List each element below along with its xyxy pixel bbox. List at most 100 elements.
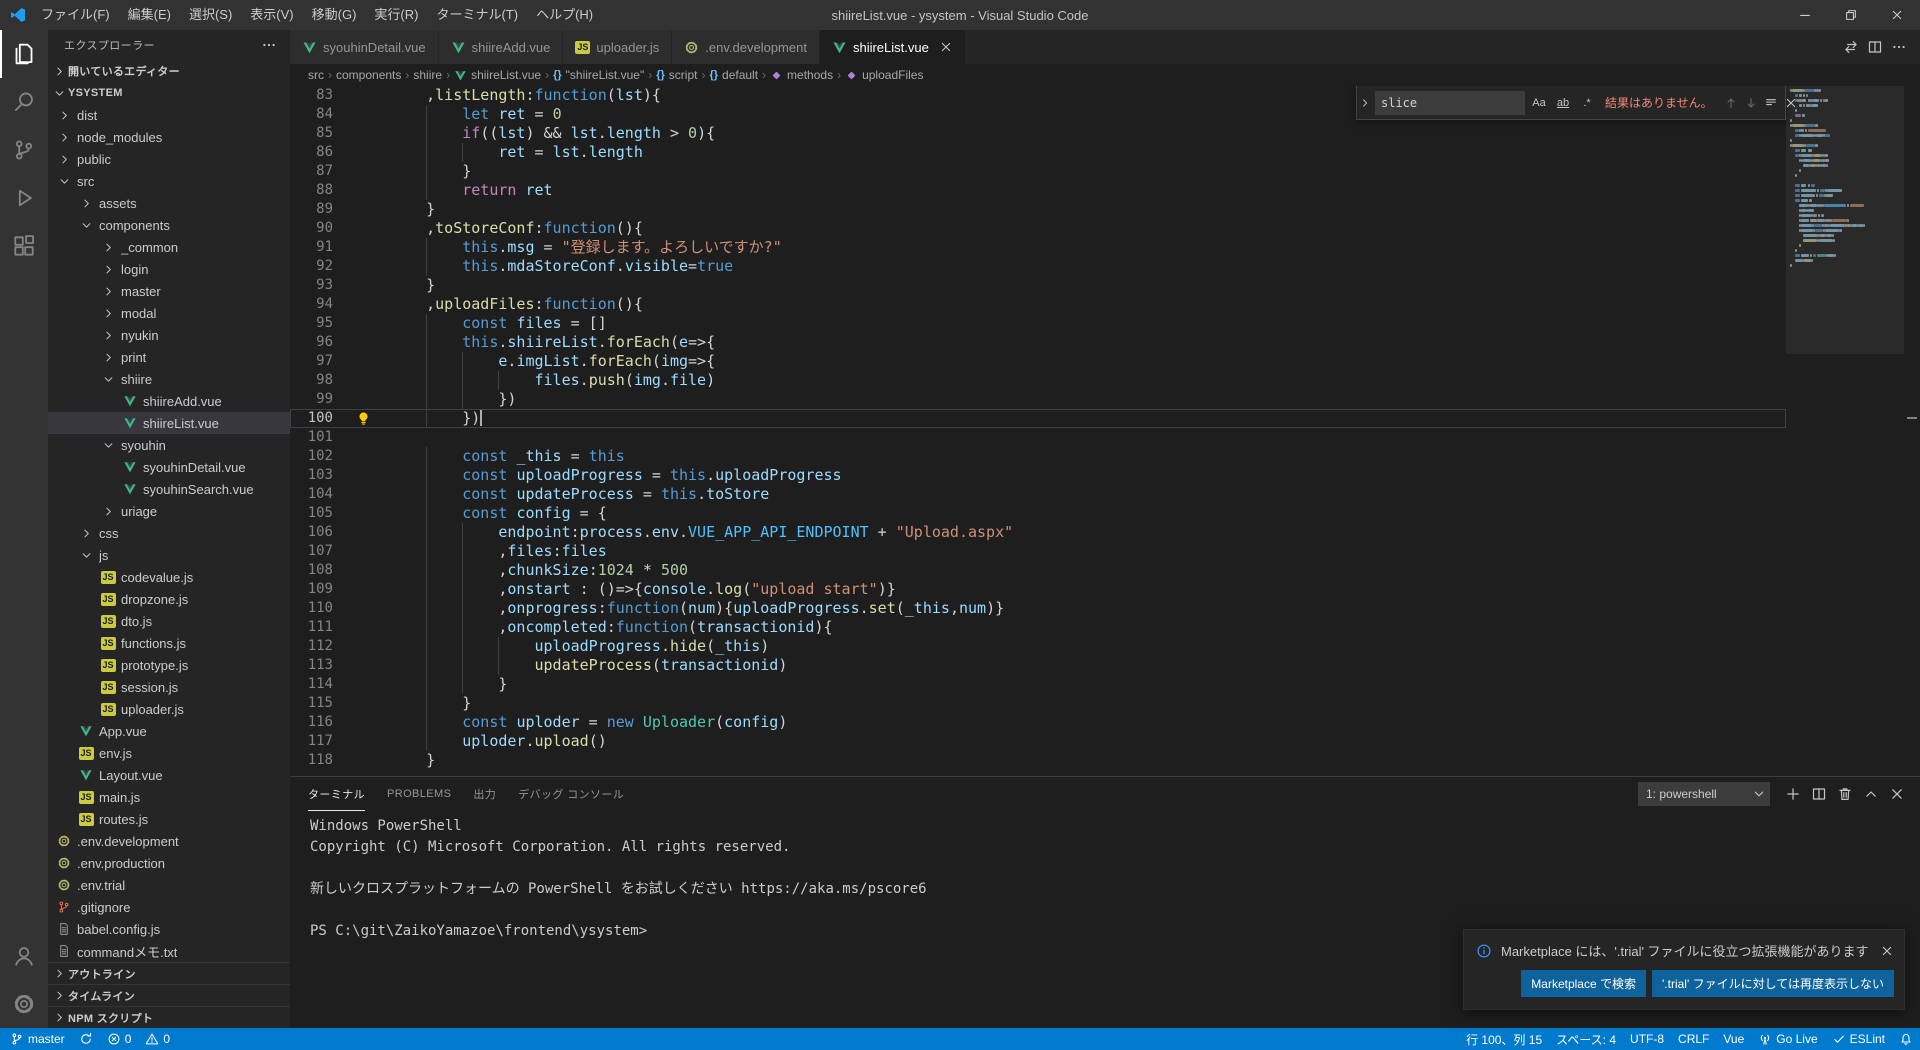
tree-item[interactable]: .gitignore — [48, 896, 290, 918]
code-line[interactable]: 92 this.mdaStoreConf.visible=true — [290, 257, 1786, 276]
code-line[interactable]: 86 ret = lst.length — [290, 143, 1786, 162]
code-line[interactable]: 102 const _this = this — [290, 447, 1786, 466]
line-number[interactable]: 94 — [290, 295, 333, 314]
line-number[interactable]: 106 — [290, 523, 333, 542]
tree-item[interactable]: syouhin — [48, 434, 290, 456]
tree-item[interactable]: JSprototype.js — [48, 654, 290, 676]
arrow-down-icon[interactable] — [1741, 93, 1761, 113]
tree-item[interactable]: components — [48, 214, 290, 236]
panel-tab[interactable]: デバッグ コンソール — [518, 777, 624, 811]
tree-item[interactable]: node_modules — [48, 126, 290, 148]
notification-button[interactable]: '.trial' ファイルに対しては再度表示しない — [1652, 970, 1894, 997]
tree-item[interactable]: JSdropzone.js — [48, 588, 290, 610]
line-number[interactable]: 108 — [290, 561, 333, 580]
line-number[interactable]: 88 — [290, 181, 333, 200]
regex-toggle[interactable]: .* — [1577, 93, 1597, 113]
code-line[interactable]: 97 e.imgList.forEach(img=>{ — [290, 352, 1786, 371]
tree-item[interactable]: commandメモ.txt — [48, 940, 290, 962]
line-number[interactable]: 95 — [290, 314, 333, 333]
line-number[interactable]: 85 — [290, 124, 333, 143]
code-line[interactable]: 109 ,onstart : ()=>{console.log("upload … — [290, 580, 1786, 599]
sidebar-section[interactable]: NPM スクリプト — [48, 1006, 290, 1028]
open-editors-section[interactable]: 開いているエディター — [48, 60, 290, 82]
activitybar-settings[interactable] — [0, 980, 48, 1028]
menu-item[interactable]: 編集(E) — [119, 0, 180, 30]
code-line[interactable]: 114 } — [290, 675, 1786, 694]
code-line[interactable]: 87 } — [290, 162, 1786, 181]
activitybar-run-debug[interactable] — [0, 174, 48, 222]
tree-item[interactable]: JSfunctions.js — [48, 632, 290, 654]
breadcrumb-item[interactable]: shiire — [413, 68, 442, 82]
more-actions-icon[interactable] — [1888, 36, 1910, 58]
sidebar-section[interactable]: アウトライン — [48, 962, 290, 984]
selection-find-icon[interactable] — [1761, 93, 1781, 113]
status-errors[interactable]: 0 — [100, 1028, 139, 1050]
tree-item[interactable]: JScodevalue.js — [48, 566, 290, 588]
menu-item[interactable]: ターミナル(T) — [427, 0, 527, 30]
tree-item[interactable]: JSmain.js — [48, 786, 290, 808]
line-number[interactable]: 117 — [290, 732, 333, 751]
line-number[interactable]: 93 — [290, 276, 333, 295]
code-line[interactable]: 95 const files = [] — [290, 314, 1786, 333]
tree-item[interactable]: print — [48, 346, 290, 368]
line-number[interactable]: 90 — [290, 219, 333, 238]
status-warnings[interactable]: 0 — [138, 1028, 177, 1050]
overview-ruler[interactable] — [1904, 86, 1920, 776]
activitybar-account[interactable] — [0, 932, 48, 980]
code-line[interactable]: 94 ,uploadFiles:function(){ — [290, 295, 1786, 314]
tree-item[interactable]: syouhinSearch.vue — [48, 478, 290, 500]
line-number[interactable]: 114 — [290, 675, 333, 694]
status-go-live[interactable]: Go Live — [1751, 1028, 1824, 1050]
code-line[interactable]: 100 }) — [290, 409, 1786, 428]
line-number[interactable]: 99 — [290, 390, 333, 409]
tree-item[interactable]: JSuploader.js — [48, 698, 290, 720]
code-line[interactable]: 106 endpoint:process.env.VUE_APP_API_END… — [290, 523, 1786, 542]
status-language-mode[interactable]: Vue — [1716, 1028, 1751, 1050]
tree-item[interactable]: css — [48, 522, 290, 544]
tree-item[interactable]: uriage — [48, 500, 290, 522]
breadcrumb-item[interactable]: components — [336, 68, 401, 82]
status-eslint[interactable]: ESLint — [1825, 1028, 1892, 1050]
line-number[interactable]: 104 — [290, 485, 333, 504]
lightbulb-icon[interactable] — [356, 411, 371, 426]
tree-item[interactable]: dist — [48, 104, 290, 126]
minimize-button[interactable] — [1782, 0, 1828, 30]
line-number[interactable]: 98 — [290, 371, 333, 390]
line-number[interactable]: 110 — [290, 599, 333, 618]
tree-item[interactable]: assets — [48, 192, 290, 214]
line-number[interactable]: 101 — [290, 428, 333, 447]
code-line[interactable]: 96 this.shiireList.forEach(e=>{ — [290, 333, 1786, 352]
tree-item[interactable]: nyukin — [48, 324, 290, 346]
open-changes-icon[interactable] — [1840, 36, 1862, 58]
code-editor[interactable]: 83 ,listLength:function(lst){84 let ret … — [290, 86, 1786, 776]
notification-button[interactable]: Marketplace で検索 — [1521, 970, 1646, 997]
code-line[interactable]: 99 }) — [290, 390, 1786, 409]
code-line[interactable]: 105 const config = { — [290, 504, 1786, 523]
tree-item[interactable]: JSroutes.js — [48, 808, 290, 830]
code-line[interactable]: 101 — [290, 428, 1786, 447]
status-branch[interactable]: master — [0, 1028, 72, 1050]
tree-item[interactable]: App.vue — [48, 720, 290, 742]
code-line[interactable]: 116 const uploder = new Uploader(config) — [290, 713, 1786, 732]
minimap-slider[interactable] — [1786, 86, 1904, 354]
tree-item[interactable]: modal — [48, 302, 290, 324]
code-line[interactable]: 89 } — [290, 200, 1786, 219]
line-number[interactable]: 115 — [290, 694, 333, 713]
status-indentation[interactable]: スペース: 4 — [1549, 1028, 1623, 1050]
line-number[interactable]: 118 — [290, 751, 333, 770]
tree-item[interactable]: .env.development — [48, 830, 290, 852]
code-line[interactable]: 110 ,onprogress:function(num){uploadProg… — [290, 599, 1786, 618]
line-number[interactable]: 112 — [290, 637, 333, 656]
code-line[interactable]: 90 ,toStoreConf:function(){ — [290, 219, 1786, 238]
status-cursor-position[interactable]: 行 100、列 15 — [1459, 1028, 1549, 1050]
code-line[interactable]: 85 if((lst) && lst.length > 0){ — [290, 124, 1786, 143]
line-number[interactable]: 86 — [290, 143, 333, 162]
editor-tab[interactable]: JSuploader.js — [563, 30, 672, 64]
split-editor-icon[interactable] — [1864, 36, 1886, 58]
panel-tab[interactable]: ターミナル — [308, 777, 365, 811]
workspace-root-section[interactable]: YSYSTEM — [48, 82, 290, 104]
menu-item[interactable]: 移動(G) — [303, 0, 366, 30]
panel-tab[interactable]: 出力 — [473, 777, 496, 811]
status-encoding[interactable]: UTF-8 — [1623, 1028, 1671, 1050]
breadcrumb-item[interactable]: uploadFiles — [845, 68, 923, 82]
